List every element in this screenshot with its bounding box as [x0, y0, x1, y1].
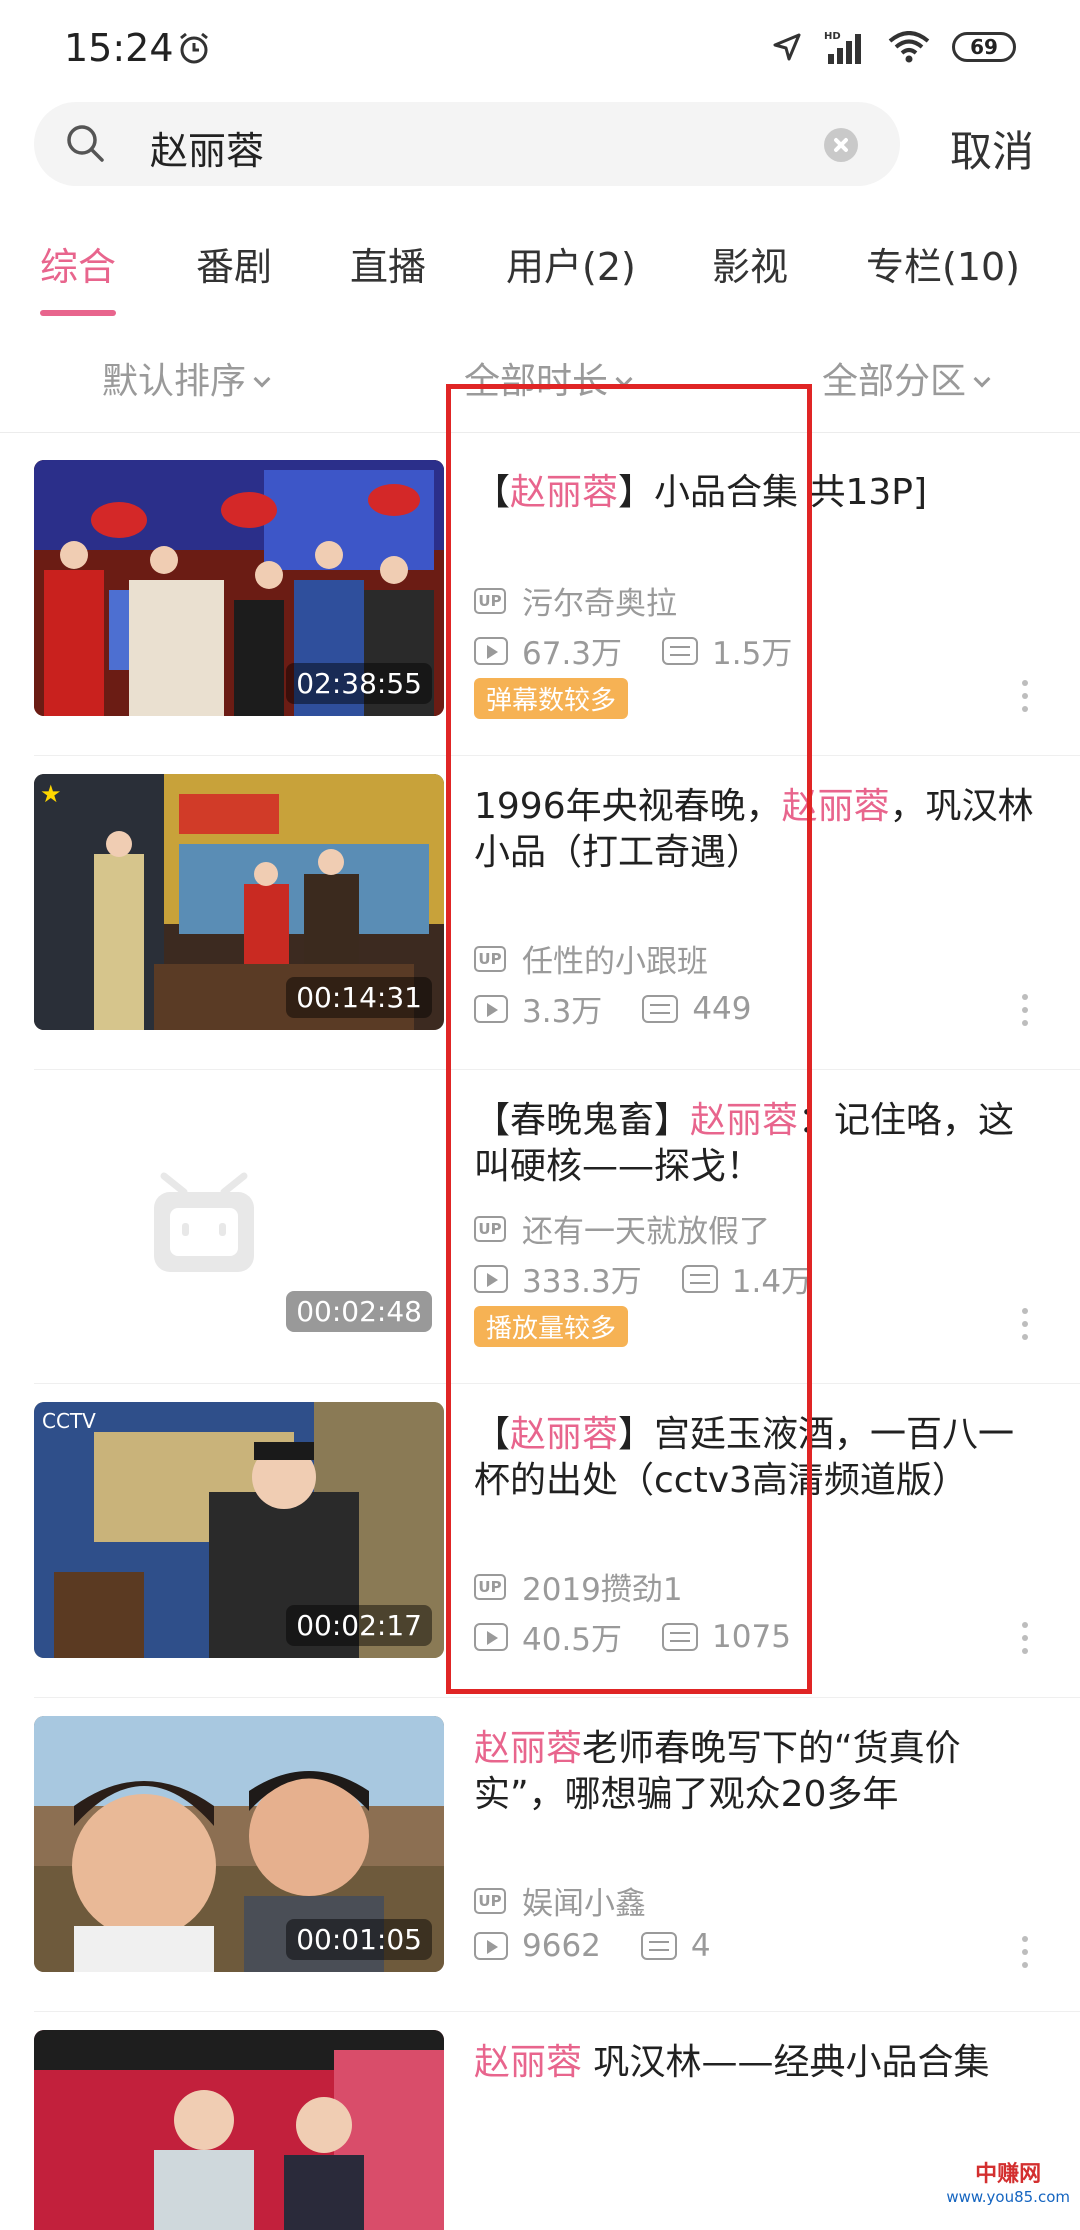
title-highlight: 赵丽蓉	[474, 2042, 583, 2083]
video-duration: 00:02:17	[286, 1605, 432, 1646]
play-count-icon	[474, 1932, 508, 1960]
more-options-icon[interactable]	[1022, 680, 1028, 719]
tab-users[interactable]: 用户(2)	[506, 236, 636, 291]
filter-zone[interactable]: 全部分区	[822, 352, 991, 404]
uploader-row: UP 娱闻小鑫	[474, 1878, 646, 1923]
video-duration: 00:01:05	[286, 1919, 432, 1960]
video-thumbnail[interactable]: 02:38:55	[34, 460, 444, 716]
tab-live[interactable]: 直播	[350, 236, 426, 291]
play-count: 9662	[522, 1928, 601, 1964]
site-watermark: 中赚网 www.you85.com	[946, 2156, 1070, 2206]
up-icon: UP	[474, 1887, 506, 1914]
svg-text:CCTV: CCTV	[42, 1409, 96, 1433]
network-type: HD	[824, 31, 841, 42]
tab-film[interactable]: 影视	[712, 236, 788, 291]
active-tab-indicator	[40, 310, 116, 316]
chevron-down-icon	[253, 370, 271, 388]
video-title[interactable]: 赵丽蓉老师春晚写下的“货真价实”，哪想骗了观众20多年	[474, 1726, 1044, 1818]
status-bar: 15:24 HD 69	[0, 0, 1080, 96]
battery-indicator: 69	[952, 32, 1016, 62]
video-title[interactable]: 赵丽蓉 巩汉林——经典小品合集	[474, 2040, 1044, 2086]
svg-text:★: ★	[40, 780, 62, 808]
signal-icon: HD	[824, 31, 861, 64]
video-duration: 00:02:48	[286, 1291, 432, 1332]
video-thumbnail[interactable]: CCTV 00:02:17	[34, 1402, 444, 1658]
result-tabs: 综合 番剧 直播 用户(2) 影视 专栏(10)	[0, 230, 1080, 320]
stats-row: 9662 4	[474, 1928, 711, 1964]
more-options-icon[interactable]	[1022, 1936, 1028, 1975]
video-result[interactable]: 00:01:05 赵丽蓉老师春晚写下的“货真价实”，哪想骗了观众20多年 UP 娱…	[0, 1698, 1080, 2012]
title-suffix: 巩汉林——经典小品合集	[582, 2042, 990, 2083]
title-highlight: 赵丽蓉	[474, 1728, 583, 1769]
more-options-icon[interactable]	[1022, 994, 1028, 1033]
more-options-icon[interactable]	[1022, 1308, 1028, 1347]
video-result[interactable]: 赵丽蓉 巩汉林——经典小品合集	[0, 2012, 1080, 2230]
cancel-button[interactable]: 取消	[950, 118, 1034, 179]
tab-bangumi[interactable]: 番剧	[196, 236, 272, 291]
more-options-icon[interactable]	[1022, 1622, 1028, 1661]
filter-sort[interactable]: 默认排序	[102, 352, 271, 404]
clear-icon[interactable]	[824, 128, 858, 162]
location-icon	[773, 33, 801, 61]
danmaku-icon	[640, 1932, 677, 1960]
video-duration: 00:14:31	[286, 977, 432, 1018]
video-duration: 02:38:55	[286, 663, 432, 704]
search-input[interactable]: 赵丽蓉	[150, 120, 264, 175]
filter-sort-label: 默认排序	[102, 361, 247, 402]
tab-all[interactable]: 综合	[40, 236, 116, 291]
danmaku-count: 4	[690, 1928, 711, 1964]
video-thumbnail[interactable]: 00:02:48	[34, 1088, 444, 1344]
wifi-icon	[888, 31, 930, 63]
video-thumbnail[interactable]: ★ 00:14:31	[34, 774, 444, 1030]
highlight-box	[446, 384, 812, 1694]
alarm-icon	[180, 32, 208, 64]
search-bar[interactable]: 赵丽蓉	[34, 102, 900, 186]
uploader-name: 娱闻小鑫	[522, 1886, 646, 1922]
watermark-line1: 中赚网	[975, 2162, 1042, 2187]
chevron-down-icon	[973, 370, 991, 388]
filter-zone-label: 全部分区	[822, 361, 967, 402]
watermark-line2: www.you85.com	[946, 2188, 1070, 2206]
tab-articles[interactable]: 专栏(10)	[866, 236, 1020, 291]
video-thumbnail[interactable]	[34, 2030, 444, 2230]
video-thumbnail[interactable]: 00:01:05	[34, 1716, 444, 1972]
search-icon	[67, 125, 104, 162]
status-time: 15:24	[64, 26, 174, 70]
